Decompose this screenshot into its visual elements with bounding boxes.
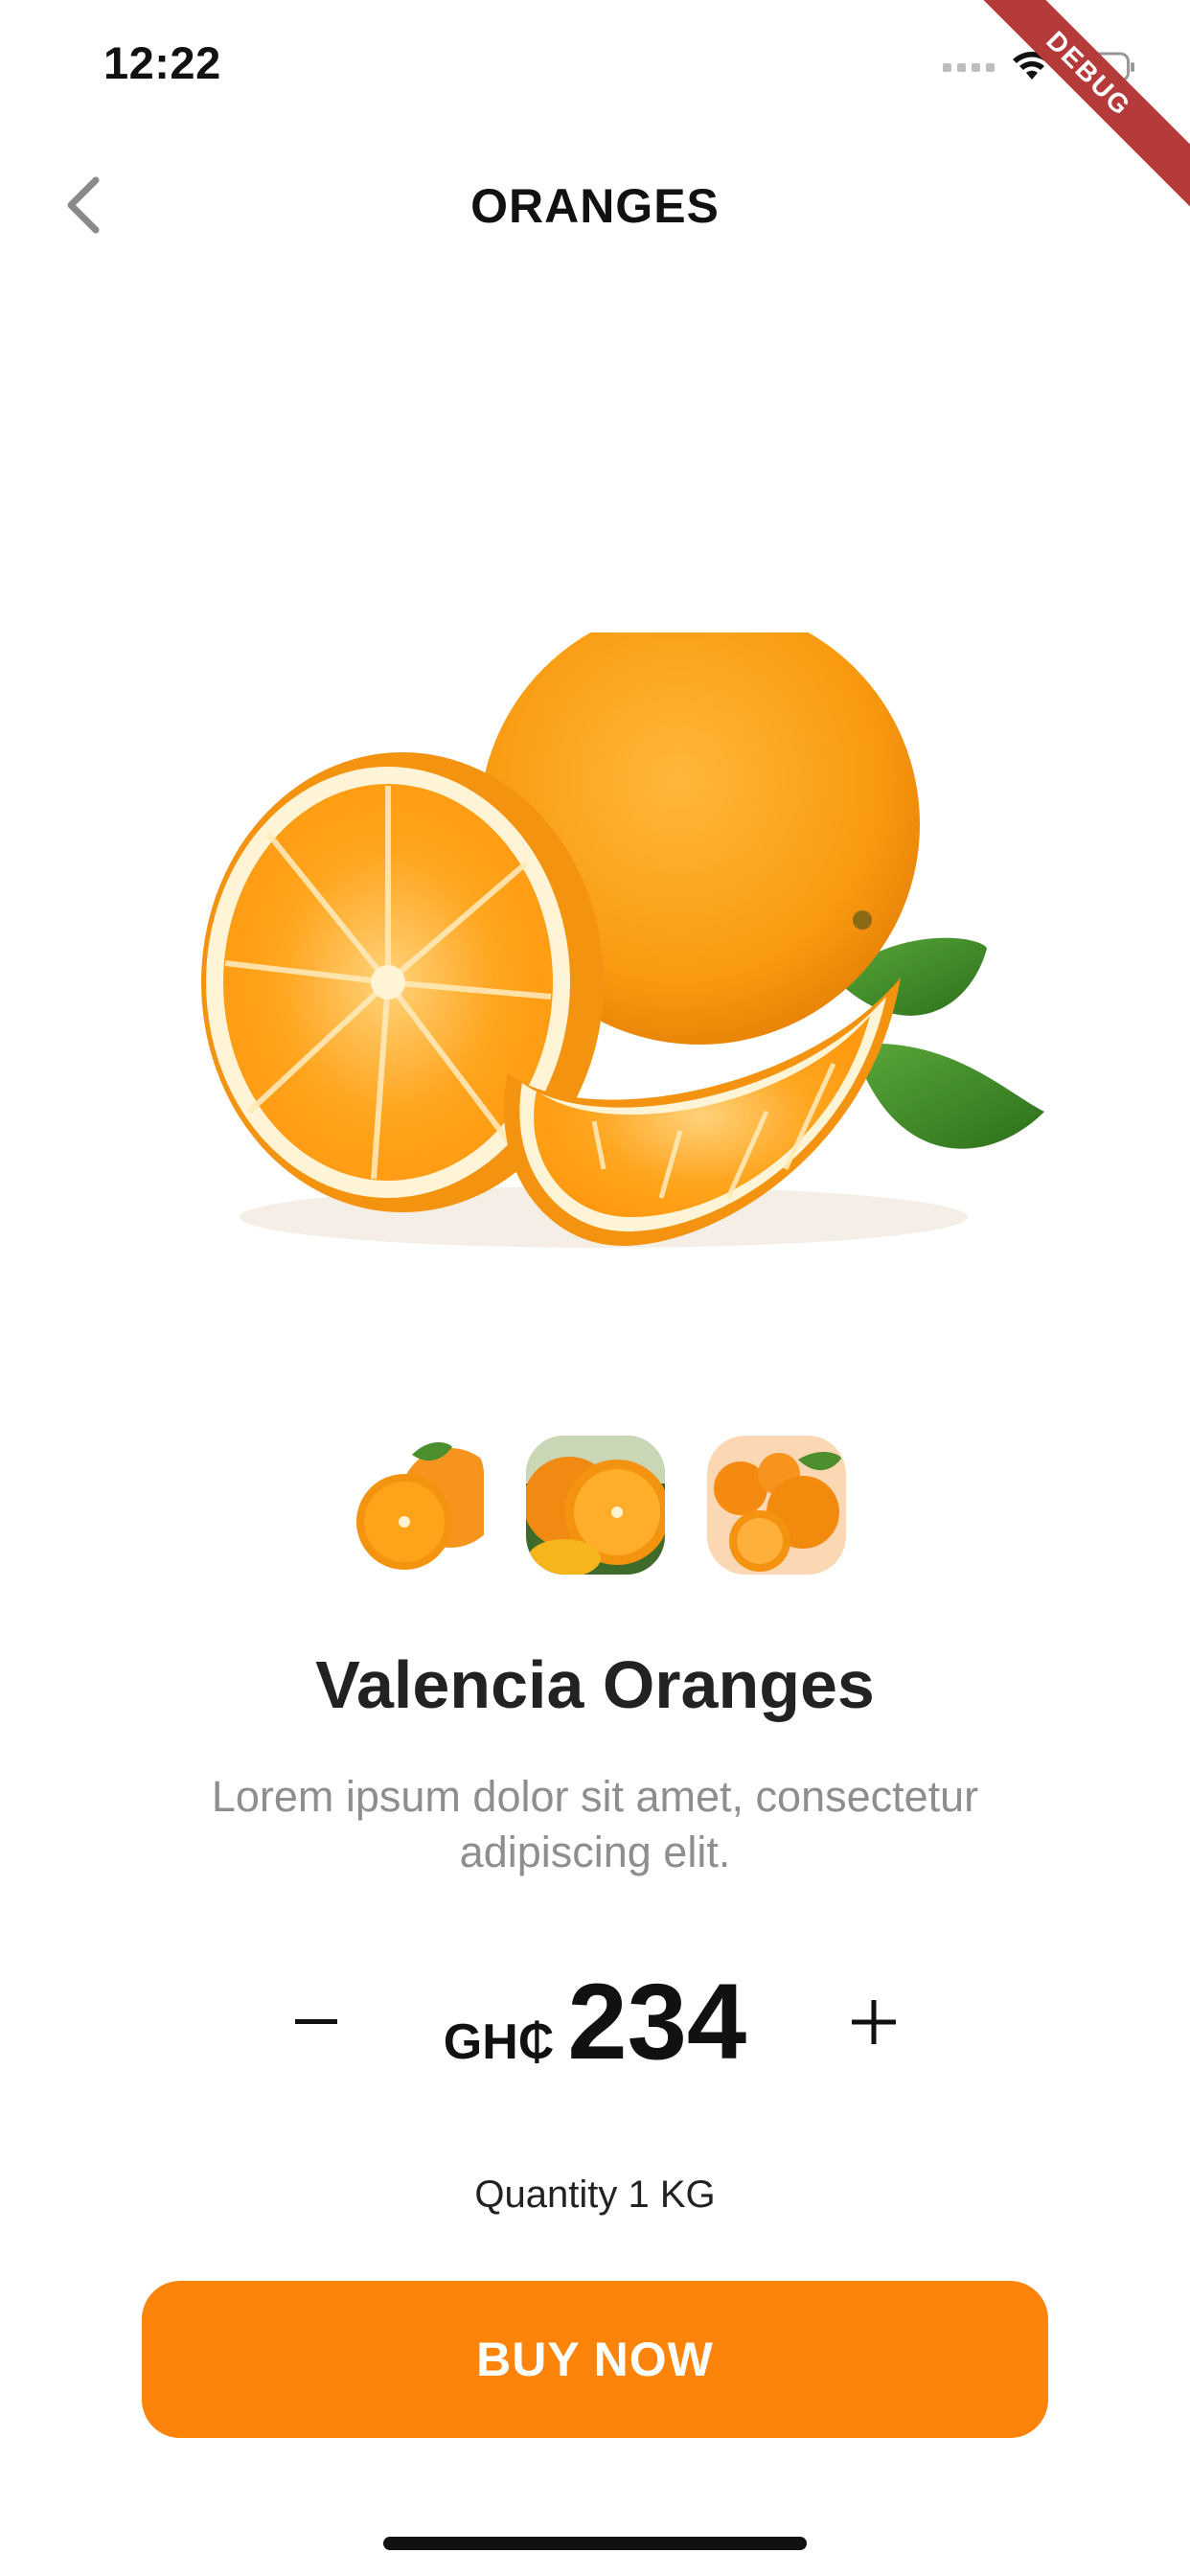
price-currency: GH₵ — [443, 2014, 555, 2070]
page-title: ORANGES — [470, 179, 720, 233]
increment-button[interactable] — [826, 1974, 922, 2070]
quantity-label: Quantity 1 KG — [474, 2174, 716, 2216]
home-indicator — [383, 2537, 807, 2550]
product-description: Lorem ipsum dolor sit amet, consectetur … — [211, 1772, 979, 1876]
thumbnail-list — [0, 1436, 1190, 1575]
product-name: Valencia Oranges — [315, 1647, 875, 1722]
price-row: GH₵ 234 — [0, 1955, 1190, 2089]
product-hero-image — [144, 604, 1064, 1303]
product-thumbnail-3[interactable] — [706, 1436, 846, 1575]
buy-now-button[interactable]: BUY NOW — [142, 2281, 1048, 2438]
price-value: 234 — [567, 1962, 747, 2082]
product-thumbnail-1[interactable] — [344, 1436, 484, 1575]
buy-now-label: BUY NOW — [476, 2333, 714, 2386]
product-thumbnail-2[interactable] — [525, 1436, 665, 1575]
plus-icon — [852, 2000, 896, 2044]
status-time: 12:22 — [103, 37, 221, 88]
signal-dots-icon — [943, 62, 995, 72]
price: GH₵ 234 — [0, 1955, 1190, 2089]
